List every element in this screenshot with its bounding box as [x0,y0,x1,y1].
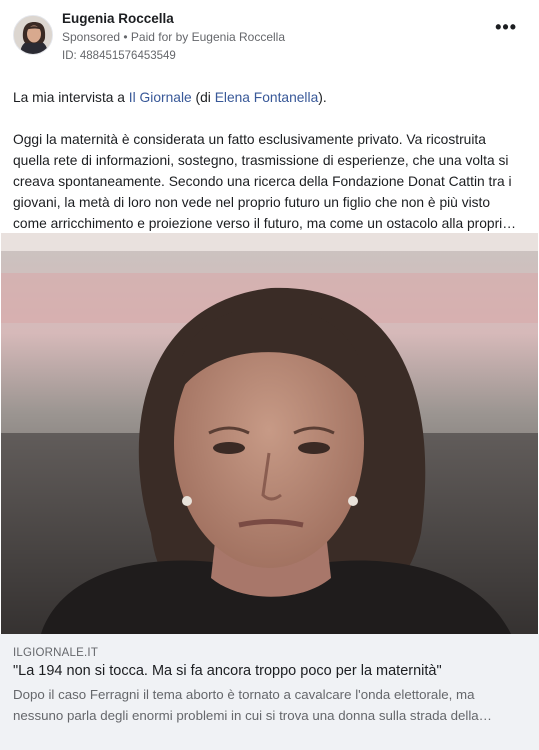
body-line: Oggi la maternità è considerata un fatto… [13,132,486,147]
author-avatar[interactable] [13,15,53,55]
link-domain: ILGIORNALE.IT [13,647,99,659]
sponsored-line: Sponsored • Paid for by Eugenia Roccella [62,30,285,44]
intro-end-text: ). [318,90,327,105]
link-elena-fontanella[interactable]: Elena Fontanella [215,90,319,105]
more-options-icon[interactable]: ••• [495,18,517,36]
intro-mid-text: (di [191,90,215,105]
meta-separator: • [120,30,131,44]
description-line: nessuno parla degli enormi problemi in c… [13,708,492,723]
post-header: Eugenia Roccella Sponsored • Paid for by… [0,0,539,72]
description-line: Dopo il caso Ferragni il tema aborto è t… [13,687,475,702]
body-line: creava spontaneamente. Secondo una ricer… [13,174,512,189]
paid-for-label: Paid for by Eugenia Roccella [130,30,286,44]
author-name[interactable]: Eugenia Roccella [62,11,174,26]
sponsored-post: Eugenia Roccella Sponsored • Paid for by… [0,0,539,750]
body-line: come arricchimento e proiezione verso il… [13,216,517,231]
avatar-portrait-icon [14,16,52,54]
ad-id: ID: 488451576453549 [62,50,176,62]
link-il-giornale[interactable]: Il Giornale [129,90,192,105]
post-intro: La mia intervista a Il Giornale (di Elen… [13,87,529,108]
portrait-photo [1,233,538,634]
body-line: quella rete di informazioni, sostegno, t… [13,153,509,168]
link-preview[interactable]: ILGIORNALE.IT "La 194 non si tocca. Ma s… [0,634,539,750]
body-line: giovani, la metà di loro non vede nel pr… [13,195,491,210]
sponsored-label[interactable]: Sponsored [62,30,120,44]
link-description: Dopo il caso Ferragni il tema aborto è t… [13,684,523,726]
post-body: La mia intervista a Il Giornale (di Elen… [13,87,529,234]
intro-text: La mia intervista a [13,90,129,105]
post-image[interactable] [1,233,538,634]
link-headline[interactable]: "La 194 non si tocca. Ma si fa ancora tr… [13,663,442,679]
